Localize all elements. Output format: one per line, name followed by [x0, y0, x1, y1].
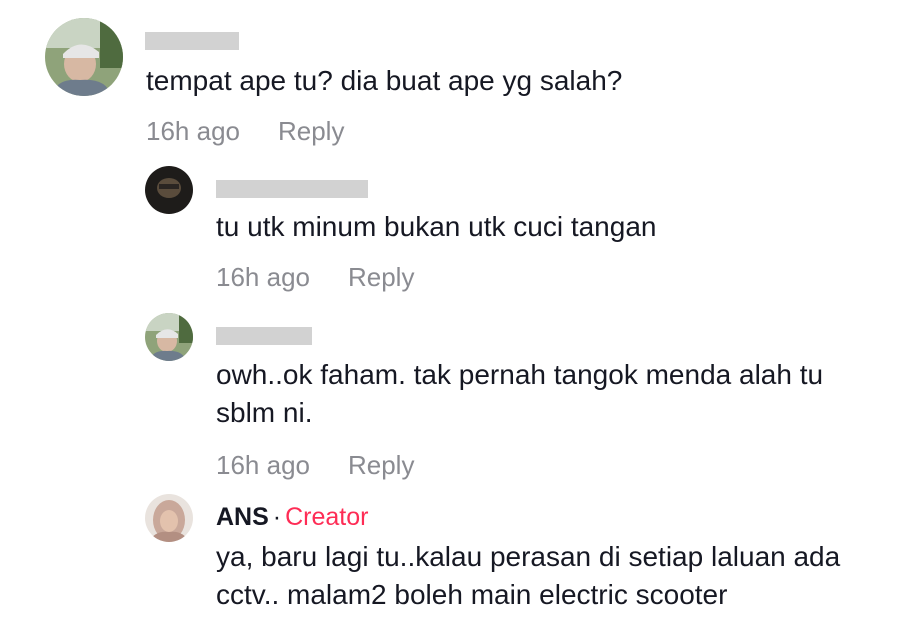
- username: ANS: [216, 503, 269, 531]
- avatar-photo-icon: [145, 166, 193, 214]
- reply-button[interactable]: Reply: [278, 116, 344, 146]
- username-redacted: [216, 180, 368, 198]
- creator-badge: Creator: [285, 503, 369, 531]
- comment-meta: 16h ago Reply: [216, 262, 414, 292]
- avatar[interactable]: [145, 313, 193, 361]
- comment-time: 16h ago: [146, 116, 240, 146]
- username-redacted: [145, 32, 239, 50]
- reply-button[interactable]: Reply: [348, 262, 414, 292]
- comment-text: ya, baru lagi tu..kalau perasan di setia…: [216, 541, 841, 610]
- avatar[interactable]: [45, 18, 123, 96]
- comment-time: 16h ago: [216, 262, 310, 292]
- comment-text: tu utk minum bukan utk cuci tangan: [216, 211, 657, 242]
- avatar-photo-icon: [45, 18, 123, 96]
- avatar[interactable]: [145, 166, 193, 214]
- comment-text: owh..ok faham. tak pernah tangok menda a…: [216, 359, 824, 428]
- comments-panel: { "comments": [ { "username": "", "text"…: [0, 0, 900, 632]
- reply-button[interactable]: Reply: [348, 450, 414, 480]
- avatar[interactable]: [145, 494, 193, 542]
- comment-meta: 16h ago Reply: [216, 450, 414, 480]
- avatar-photo-icon: [145, 313, 193, 361]
- comment-meta: 16h ago Reply: [146, 116, 344, 146]
- comment-time: 16h ago: [216, 450, 310, 480]
- comment-username[interactable]: ANS · Creator: [216, 502, 369, 532]
- separator-dot: ·: [272, 503, 282, 531]
- avatar-photo-icon: [145, 494, 193, 542]
- comment-text: tempat ape tu? dia buat ape yg salah?: [146, 65, 623, 96]
- username-redacted: [216, 327, 312, 345]
